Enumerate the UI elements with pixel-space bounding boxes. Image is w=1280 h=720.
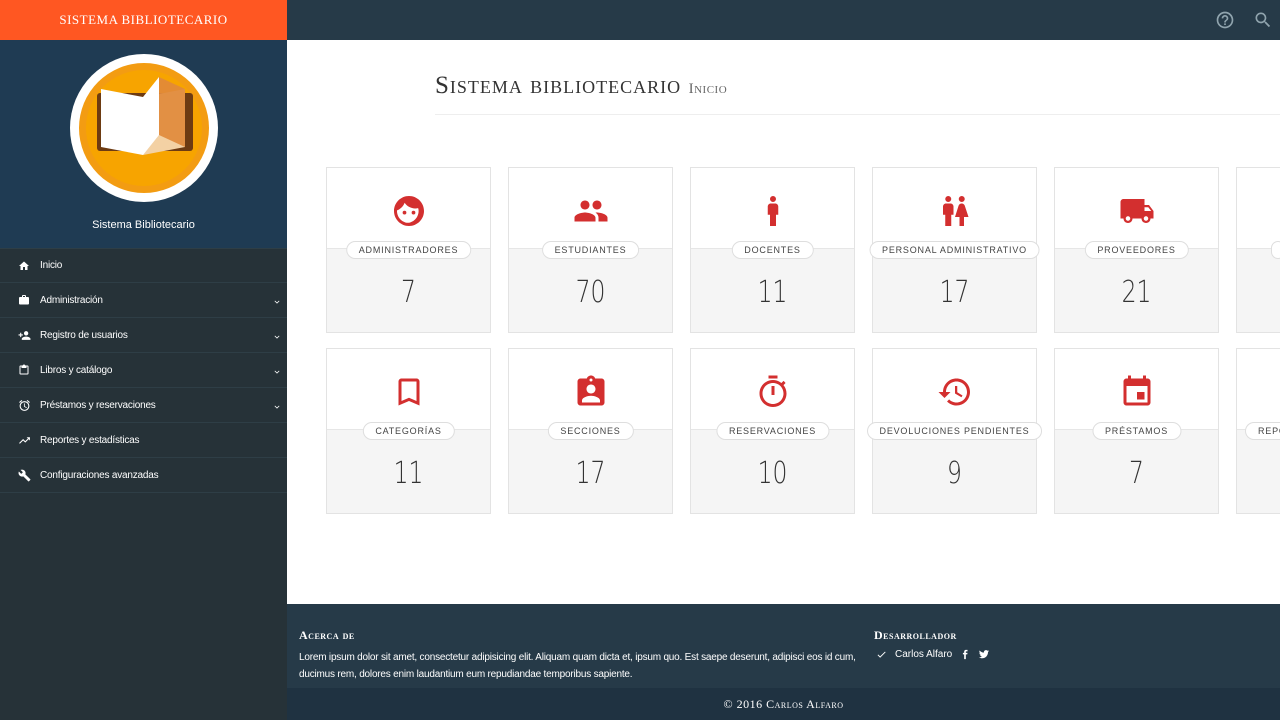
wrench-icon [17, 468, 31, 482]
sidebar-item-label: Registro de usuarios [40, 329, 128, 341]
sidebar-item-prestamos-reservaciones[interactable]: Préstamos y reservaciones [0, 388, 287, 423]
page-subtitle: Inicio [688, 81, 728, 97]
check-icon [876, 649, 887, 660]
tile-label: DEVOLUCIONES PENDIENTES [866, 422, 1043, 440]
sidebar-item-libros-catalogo[interactable]: Libros y catálogo [0, 353, 287, 388]
tile-value: 10 [757, 456, 788, 491]
top-navbar [287, 0, 1280, 40]
facebook-icon[interactable] [960, 649, 970, 660]
tile-devoluciones-pendientes[interactable]: DEVOLUCIONES PENDIENTES 9 [866, 348, 1043, 514]
person-add-icon [17, 328, 31, 342]
sidebar-item-label: Libros y catálogo [40, 364, 113, 376]
page-header: Sistema bibliotecario Inicio [435, 72, 1280, 115]
chevron-down-icon [272, 329, 282, 347]
truck-icon [1119, 193, 1155, 229]
alarm-icon [17, 398, 31, 412]
sidebar-item-label: Administración [40, 294, 103, 306]
tile-administradores[interactable]: ADMINISTRADORES 7 [326, 167, 491, 333]
tile-label: PRÉSTAMOS [1091, 422, 1182, 440]
tile-proveedores[interactable]: PROVEEDORES 21 [1054, 167, 1219, 333]
tile-label: REPO [1245, 422, 1280, 440]
sidebar-item-label: Reportes y estadísticas [40, 434, 140, 446]
book-logo [70, 54, 218, 202]
sidebar: SISTEMA BIBLIOTECARIO Sistema Biblioteca… [0, 0, 287, 720]
sidebar-item-label: Préstamos y reservaciones [40, 399, 156, 411]
about-text: Lorem ipsum dolor sit amet, consectetur … [299, 652, 856, 680]
tile-secciones[interactable]: SECCIONES 17 [508, 348, 673, 514]
people-icon [573, 193, 609, 229]
tile-label: ESTUDIANTES [541, 241, 640, 259]
tile-label: DOCENTES [731, 241, 814, 259]
help-icon[interactable] [1215, 10, 1235, 30]
profile-panel: Sistema Bibliotecario [0, 40, 287, 248]
developer-row: Carlos Alfaro [876, 649, 990, 660]
face-icon [391, 193, 427, 229]
sidebar-item-label: Configuraciones avanzadas [40, 469, 159, 481]
chevron-down-icon [272, 294, 282, 312]
tile-label: CATEGORÍAS [362, 422, 455, 440]
tile-docentes[interactable]: DOCENTES 11 [690, 167, 855, 333]
briefcase-icon [17, 293, 31, 307]
footer: Acerca de Lorem ipsum dolor sit amet, co… [287, 604, 1280, 720]
brand-title[interactable]: SISTEMA BIBLIOTECARIO [0, 0, 287, 40]
wc-icon [937, 193, 973, 229]
tile-label: RESERVACIONES [715, 422, 830, 440]
sidebar-item-reportes-estadisticas[interactable]: Reportes y estadísticas [0, 423, 287, 458]
search-icon[interactable] [1253, 10, 1273, 30]
sidebar-item-administracion[interactable]: Administración [0, 283, 287, 318]
tile-label: PERSONAL ADMINISTRATIVO [869, 241, 1040, 259]
tile-partial[interactable] [1236, 167, 1280, 333]
person-icon [755, 193, 791, 229]
tile-value: 9 [947, 456, 962, 491]
timer-icon [755, 374, 791, 410]
tile-label: ADMINISTRADORES [345, 241, 472, 259]
twitter-icon[interactable] [978, 649, 990, 660]
developer-name[interactable]: Carlos Alfaro [895, 649, 952, 660]
tile-prestamos[interactable]: PRÉSTAMOS 7 [1054, 348, 1219, 514]
tile-value: 17 [939, 275, 970, 310]
tile-value: 70 [575, 275, 606, 310]
tile-value: 7 [401, 275, 416, 310]
copyright: © 2016 Carlos Alfaro [287, 688, 1280, 720]
tile-categorias[interactable]: CATEGORÍAS 11 [326, 348, 491, 514]
tile-personal-administrativo[interactable]: PERSONAL ADMINISTRATIVO 17 [869, 167, 1040, 333]
clipboard-icon [17, 363, 31, 377]
badge-icon [573, 374, 609, 410]
tile-value: 11 [757, 275, 788, 310]
home-icon [17, 259, 31, 273]
tile-label: PROVEEDORES [1084, 241, 1189, 259]
tile-value: 7 [1129, 456, 1144, 491]
sidebar-item-configuraciones[interactable]: Configuraciones avanzadas [0, 458, 287, 493]
about-title: Acerca de [299, 628, 355, 642]
developer-title: Desarrollador [874, 628, 957, 642]
event-icon [1119, 374, 1155, 410]
tile-value: 11 [393, 456, 424, 491]
tile-label: SECCIONES [547, 422, 634, 440]
tile-estudiantes[interactable]: ESTUDIANTES 70 [508, 167, 673, 333]
sidebar-item-inicio[interactable]: Inicio [0, 248, 287, 283]
bookmark-icon [391, 374, 427, 410]
profile-name: Sistema Bibliotecario [92, 219, 195, 231]
tile-partial[interactable]: REPO [1236, 348, 1280, 514]
tile-label [1271, 241, 1280, 259]
tile-value: 21 [1121, 275, 1152, 310]
trending-up-icon [17, 433, 31, 447]
sidebar-item-registro-usuarios[interactable]: Registro de usuarios [0, 318, 287, 353]
tile-value: 17 [575, 456, 606, 491]
sidebar-item-label: Inicio [40, 260, 63, 271]
history-icon [937, 374, 973, 410]
chevron-down-icon [272, 399, 282, 417]
page-title: Sistema bibliotecario [435, 72, 682, 99]
tile-reservaciones[interactable]: RESERVACIONES 10 [690, 348, 855, 514]
chevron-down-icon [272, 364, 282, 382]
sidebar-menu: Inicio Administración Registro de usuari… [0, 248, 287, 493]
